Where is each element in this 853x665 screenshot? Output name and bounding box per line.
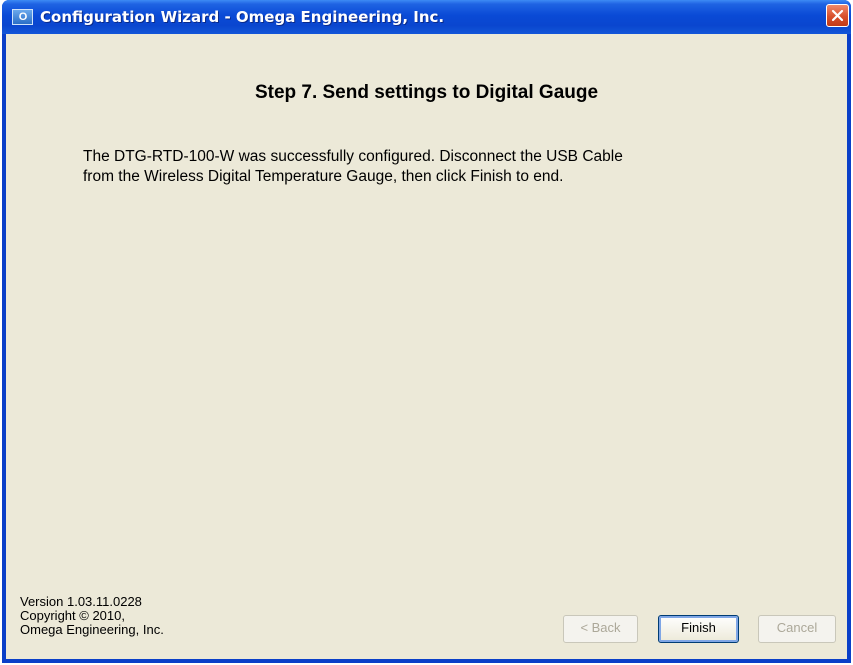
step-title: Step 7. Send settings to Digital Gauge [254, 82, 599, 103]
back-button[interactable]: < Back [563, 615, 638, 643]
wizard-window: O Configuration Wizard - Omega Engineeri… [2, 0, 851, 663]
cancel-button[interactable]: Cancel [758, 615, 836, 643]
finish-button[interactable]: Finish [658, 615, 739, 643]
message-line-2: from the Wireless Digital Temperature Ga… [83, 168, 564, 185]
window-title: Configuration Wizard - Omega Engineering… [40, 8, 445, 26]
version-text: Version 1.03.11.0228 [20, 594, 142, 609]
app-icon: O [12, 9, 33, 25]
message-line-1: The DTG-RTD-100-W was successfully confi… [83, 148, 623, 165]
status-message: The DTG-RTD-100-W was successfully confi… [83, 147, 783, 187]
close-button[interactable] [826, 4, 849, 27]
title-bar[interactable]: O Configuration Wizard - Omega Engineeri… [2, 0, 851, 34]
copyright-text: Copyright © 2010, [20, 608, 125, 623]
version-info: Version 1.03.11.0228 Copyright © 2010, O… [20, 595, 164, 637]
wizard-body: Step 7. Send settings to Digital Gauge T… [6, 34, 847, 659]
close-icon [831, 9, 844, 22]
company-text: Omega Engineering, Inc. [20, 622, 164, 637]
